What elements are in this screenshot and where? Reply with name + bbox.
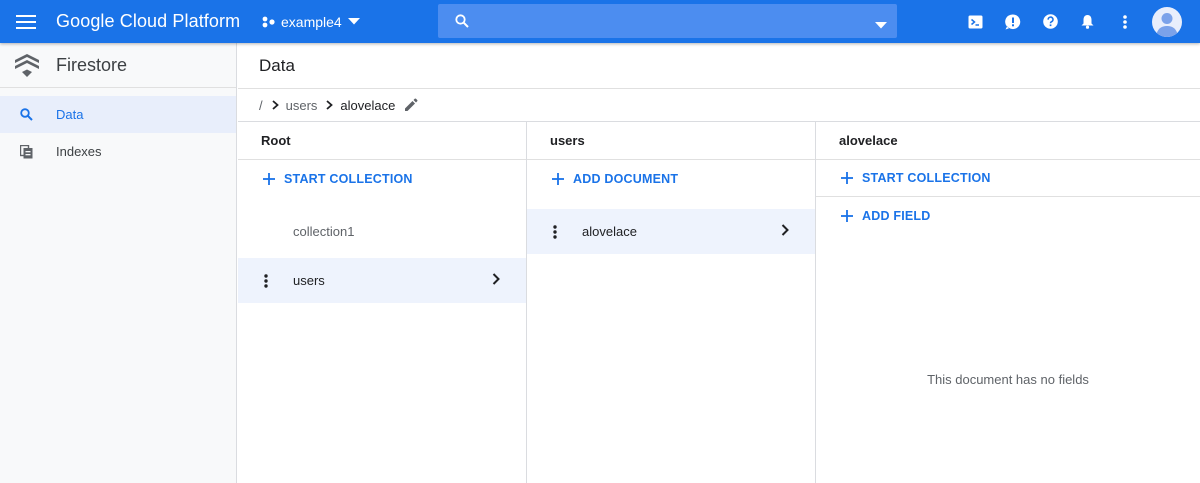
search-dropdown-icon[interactable] [875, 16, 887, 34]
breadcrumb-collection[interactable]: users [286, 98, 318, 113]
help-icon[interactable] [1032, 0, 1070, 43]
sidebar-item-label: Indexes [56, 144, 102, 159]
breadcrumb-root[interactable]: / [259, 98, 263, 113]
chevron-right-icon [781, 224, 789, 236]
start-collection-button[interactable]: START COLLECTION [816, 160, 1200, 197]
main-content: Data / users alovelace Root START COLLEC… [238, 43, 1200, 483]
breadcrumb-document[interactable]: alovelace [340, 98, 395, 113]
collection-name: collection1 [293, 224, 355, 239]
search-icon [455, 14, 469, 28]
firestore-logo-icon [14, 52, 40, 78]
action-label: START COLLECTION [862, 171, 991, 185]
cloud-shell-icon[interactable] [957, 0, 995, 43]
collection-name: users [293, 273, 325, 288]
project-dots-icon [262, 16, 276, 28]
empty-state-message: This document has no fields [927, 372, 1089, 387]
menu-icon[interactable] [0, 0, 52, 43]
list-item-selected[interactable]: users [238, 258, 526, 303]
plus-icon [841, 172, 853, 184]
plus-icon [263, 172, 275, 185]
more-vert-icon[interactable] [264, 273, 293, 288]
sidebar-item-indexes[interactable]: Indexes [0, 133, 236, 170]
search-icon [20, 108, 33, 121]
brand-title[interactable]: Google Cloud Platform [56, 11, 254, 32]
root-panel: Root START COLLECTION collection1 users [238, 122, 527, 483]
list-item-selected[interactable]: alovelace [527, 209, 815, 254]
top-actions [957, 0, 1200, 43]
dropdown-arrow-icon [347, 18, 360, 25]
add-field-button[interactable]: ADD FIELD [816, 197, 1200, 234]
product-title: Firestore [56, 54, 128, 75]
edit-pencil-icon[interactable] [404, 98, 418, 112]
action-label: START COLLECTION [284, 171, 413, 186]
add-document-button[interactable]: ADD DOCUMENT [527, 160, 815, 197]
collection-panel: users ADD DOCUMENT alovelace [527, 122, 816, 483]
plus-icon [841, 209, 853, 222]
document-name: alovelace [582, 224, 637, 239]
sidebar: Firestore Data Indexes [0, 43, 237, 483]
document-panel: alovelace START COLLECTION ADD FIELD Thi… [816, 122, 1200, 483]
top-app-bar: Google Cloud Platform example4 [0, 0, 1200, 43]
panel-header: Root [238, 122, 526, 160]
sidebar-item-label: Data [56, 107, 84, 122]
indexes-icon [20, 144, 33, 159]
product-header: Firestore [0, 43, 236, 88]
start-collection-button[interactable]: START COLLECTION [238, 160, 526, 197]
account-avatar[interactable] [1152, 6, 1182, 37]
plus-icon [552, 172, 564, 185]
chevron-right-icon [326, 100, 334, 110]
more-vert-icon[interactable] [1107, 0, 1145, 43]
panel-header: users [527, 122, 815, 160]
notification-alert-icon[interactable] [994, 0, 1032, 43]
chevron-right-icon [272, 100, 279, 110]
bell-icon[interactable] [1069, 0, 1107, 43]
page-title: Data [238, 43, 1200, 89]
panel-header: alovelace [816, 122, 1200, 160]
project-selector[interactable]: example4 [256, 7, 366, 37]
list-item[interactable]: collection1 [238, 209, 526, 254]
action-label: ADD FIELD [862, 208, 931, 223]
breadcrumb: / users alovelace [238, 89, 1200, 122]
chevron-right-icon [492, 273, 500, 285]
sidebar-item-data[interactable]: Data [0, 96, 236, 133]
more-vert-icon[interactable] [553, 224, 582, 239]
data-panels: Root START COLLECTION collection1 users [238, 122, 1200, 483]
search-bar[interactable] [438, 4, 897, 38]
project-name: example4 [281, 13, 342, 30]
action-label: ADD DOCUMENT [573, 171, 679, 186]
